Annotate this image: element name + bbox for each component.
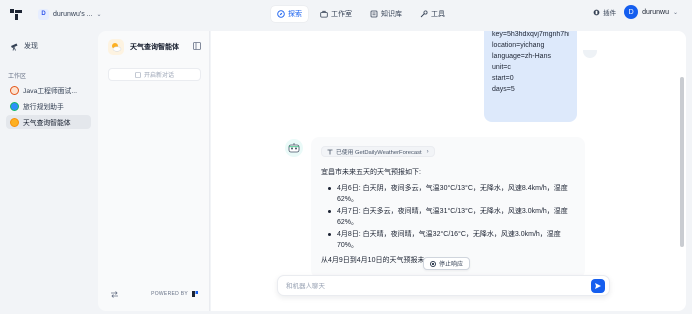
app-title: 天气查询智能体 xyxy=(130,44,179,51)
bot-avatar-icon xyxy=(285,139,303,157)
user-avatar xyxy=(583,50,597,58)
list-item: 4月8日: 白天晴，夜间晴，气温32°C/16°C，无降水，风速3.0km/h，… xyxy=(321,229,575,251)
powered-by-label: POWERED BY xyxy=(151,291,188,297)
user-message-line: language=zh-Hans xyxy=(492,53,551,60)
nav-tools[interactable]: 工具 xyxy=(414,6,451,22)
user-message-line: location=yichang xyxy=(492,42,545,49)
workspace-badge: D xyxy=(38,8,49,20)
telescope-icon xyxy=(11,43,18,51)
main-nav: 探索 工作室 知识库 工具 xyxy=(271,6,451,22)
chevron-down-icon: ⌄ xyxy=(96,11,102,18)
collapse-panel-icon[interactable] xyxy=(193,42,201,50)
sidebar-section-title: 工作区 xyxy=(8,74,27,80)
weather-icon xyxy=(10,117,19,127)
weather-icon xyxy=(108,39,124,55)
compass-icon xyxy=(277,10,285,18)
powered-by: POWERED BY xyxy=(151,290,199,298)
nav-knowledge-label: 知识库 xyxy=(381,11,402,18)
new-chat-label: 开启新对话 xyxy=(143,73,174,79)
plugin-icon xyxy=(593,9,600,15)
sidebar-item-label: 旅行规划助手 xyxy=(23,104,64,111)
nav-studio[interactable]: 工作室 xyxy=(314,6,358,22)
sidebar-item-java[interactable]: Java工程师面试... xyxy=(6,83,91,97)
list-item: 4月6日: 白天阴，夜间多云，气温30°C/13°C，无降水，风速8.4km/h… xyxy=(321,183,575,205)
chat-area: key=5h3hdxqvj7mgnh7hnn location=yichang … xyxy=(211,31,686,311)
tools-icon xyxy=(420,10,428,18)
sidebar-item-weather[interactable]: 天气查询智能体 xyxy=(6,115,91,129)
stop-response-label: 停止响应 xyxy=(439,262,464,268)
user-message-line: start=0 xyxy=(492,75,514,82)
conversation-panel: 天气查询智能体 开启新对话 POWERED BY xyxy=(98,31,210,311)
workspace-switcher[interactable]: D durunwu's ... ⌄ xyxy=(34,6,106,22)
sidebar-item-label: Java工程师面试... xyxy=(23,88,78,95)
nav-explore-label: 探索 xyxy=(288,11,302,18)
avatar: D xyxy=(624,5,639,19)
app-header: 天气查询智能体 xyxy=(108,39,179,55)
java-icon xyxy=(10,85,19,95)
brand-logo-icon xyxy=(192,291,198,297)
tool-icon xyxy=(327,149,333,154)
chat-scrollbar[interactable] xyxy=(680,77,684,247)
sidebar-discover-label: 发现 xyxy=(24,43,38,50)
forecast-list: 4月6日: 白天阴，夜间多云，气温30°C/13°C，无降水，风速8.4km/h… xyxy=(321,183,575,251)
user-menu[interactable]: D durunwu ⌄ xyxy=(624,5,678,19)
nav-explore[interactable]: 探索 xyxy=(271,6,308,22)
bot-intro-text: 宜昌市未来五天的天气预报如下: xyxy=(321,169,421,176)
chat-input-box xyxy=(277,275,610,296)
top-right-area: 插件 D durunwu ⌄ xyxy=(593,5,678,19)
sidebar-item-label: 天气查询智能体 xyxy=(23,120,71,127)
left-sidebar: 发现 工作区 Java工程师面试... 旅行规划助手 天气查询智能体 xyxy=(0,28,98,314)
chat-input[interactable] xyxy=(286,280,576,293)
chevron-down-icon: ⌄ xyxy=(672,9,678,16)
stop-response-button[interactable]: 停止响应 xyxy=(423,257,471,270)
chevron-right-icon: › xyxy=(426,148,429,155)
send-button[interactable] xyxy=(591,279,605,293)
user-message: key=5h3hdxqvj7mgnh7hnn location=yichang … xyxy=(484,31,577,122)
sidebar-item-travel[interactable]: 旅行规划助手 xyxy=(6,99,91,113)
user-message-line: days=5 xyxy=(492,86,515,93)
user-message-line: key=5h3hdxqvj7mgnh7hnn xyxy=(492,31,569,38)
plugin-label: 插件 xyxy=(603,10,617,17)
app-logo-icon[interactable] xyxy=(9,7,23,21)
send-icon xyxy=(595,283,601,289)
nav-studio-label: 工作室 xyxy=(331,11,352,18)
toolbox-icon xyxy=(320,10,328,18)
workspace-name: durunwu's ... xyxy=(53,10,93,18)
user-name: durunwu xyxy=(642,8,669,16)
user-message-line: unit=c xyxy=(492,64,511,71)
edit-icon xyxy=(135,71,141,78)
list-item: 4月7日: 白天多云，夜间晴，气温31°C/13°C，无降水，风速3.0km/h… xyxy=(321,206,575,228)
top-bar: D durunwu's ... ⌄ 探索 工作室 知识库 工具 插件 D dur… xyxy=(0,0,692,28)
new-chat-button[interactable]: 开启新对话 xyxy=(108,68,201,81)
stop-icon xyxy=(430,260,436,267)
plugin-button[interactable]: 插件 xyxy=(593,7,616,17)
nav-knowledge[interactable]: 知识库 xyxy=(364,6,408,22)
sidebar-app-list: Java工程师面试... 旅行规划助手 天气查询智能体 xyxy=(6,83,91,131)
bot-tail-text: 从4月9日到4月10日的天气预报未 xyxy=(321,257,425,264)
tool-used-label: 已使用 GetDailyWeatherForecast xyxy=(336,150,422,156)
tool-used-chip[interactable]: 已使用 GetDailyWeatherForecast › xyxy=(321,146,435,157)
nav-tools-label: 工具 xyxy=(431,11,445,18)
globe-icon xyxy=(10,101,19,111)
sidebar-item-discover[interactable]: 发现 xyxy=(6,39,92,53)
book-icon xyxy=(370,10,378,18)
switch-icon[interactable] xyxy=(110,290,119,299)
